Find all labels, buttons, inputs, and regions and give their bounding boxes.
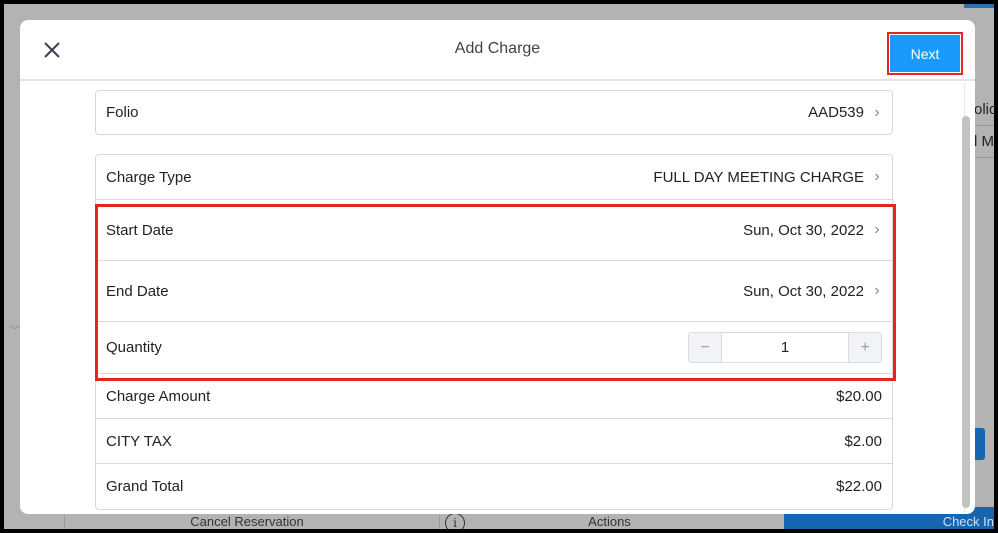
increment-button[interactable]: + <box>849 333 881 362</box>
background-row: olio <box>974 94 994 126</box>
start-date-label: Start Date <box>106 221 174 239</box>
charge-type-label: Charge Type <box>106 168 192 186</box>
charge-details-card: Charge Type FULL DAY MEETING CHARGE › St… <box>95 154 893 510</box>
modal-body[interactable]: Folio AAD539 › Charge Type FULL DAY MEET… <box>20 83 975 514</box>
background-accent <box>964 4 994 8</box>
city-tax-row: CITY TAX $2.00 <box>96 419 892 464</box>
charge-type-row[interactable]: Charge Type FULL DAY MEETING CHARGE › <box>96 155 892 200</box>
city-tax-label: CITY TAX <box>106 432 172 450</box>
grand-total-value: $22.00 <box>836 478 882 495</box>
folio-label: Folio <box>106 104 139 121</box>
start-date-value: Sun, Oct 30, 2022 <box>743 221 864 239</box>
grand-total-label: Grand Total <box>106 478 184 495</box>
next-button-highlight: Next <box>887 32 963 75</box>
next-button[interactable]: Next <box>890 35 960 72</box>
charge-amount-label: Charge Amount <box>106 387 211 405</box>
charge-type-value: FULL DAY MEETING CHARGE <box>653 168 864 186</box>
modal-title: Add Charge <box>454 40 541 57</box>
charge-amount-row: Charge Amount $20.00 <box>96 374 892 419</box>
end-date-label: End Date <box>106 282 169 300</box>
quantity-input[interactable] <box>721 333 849 362</box>
chevron-right-icon: › <box>874 168 880 185</box>
end-date-value: Sun, Oct 30, 2022 <box>743 282 864 300</box>
quantity-stepper: − + <box>688 332 882 363</box>
decrement-button[interactable]: − <box>689 333 721 362</box>
scrollbar[interactable] <box>962 116 970 508</box>
background-row: l M <box>974 126 994 158</box>
app-background: olio l M ﹀ Cancel Reservation i Actions … <box>4 4 994 529</box>
chevron-right-icon: › <box>874 103 880 121</box>
end-date-row[interactable]: End Date Sun, Oct 30, 2022 › <box>96 261 892 322</box>
chevron-right-icon: › <box>874 221 880 238</box>
folio-row[interactable]: Folio AAD539 › <box>96 91 892 134</box>
folio-card: Folio AAD539 › <box>95 90 893 135</box>
charge-amount-value: $20.00 <box>836 387 882 405</box>
grand-total-row: Grand Total $22.00 <box>96 464 892 509</box>
folio-value: AAD539 <box>808 104 864 121</box>
chevron-down-icon: ﹀ <box>10 326 20 337</box>
start-date-row[interactable]: Start Date Sun, Oct 30, 2022 › <box>96 200 892 261</box>
quantity-label: Quantity <box>106 339 162 356</box>
chevron-right-icon: › <box>874 282 880 299</box>
city-tax-value: $2.00 <box>844 432 882 450</box>
quantity-row: Quantity − + <box>96 322 892 374</box>
add-charge-modal: Add Charge Next Folio AAD539 › Charge Ty… <box>20 20 975 514</box>
modal-header: Add Charge Next <box>20 20 975 81</box>
